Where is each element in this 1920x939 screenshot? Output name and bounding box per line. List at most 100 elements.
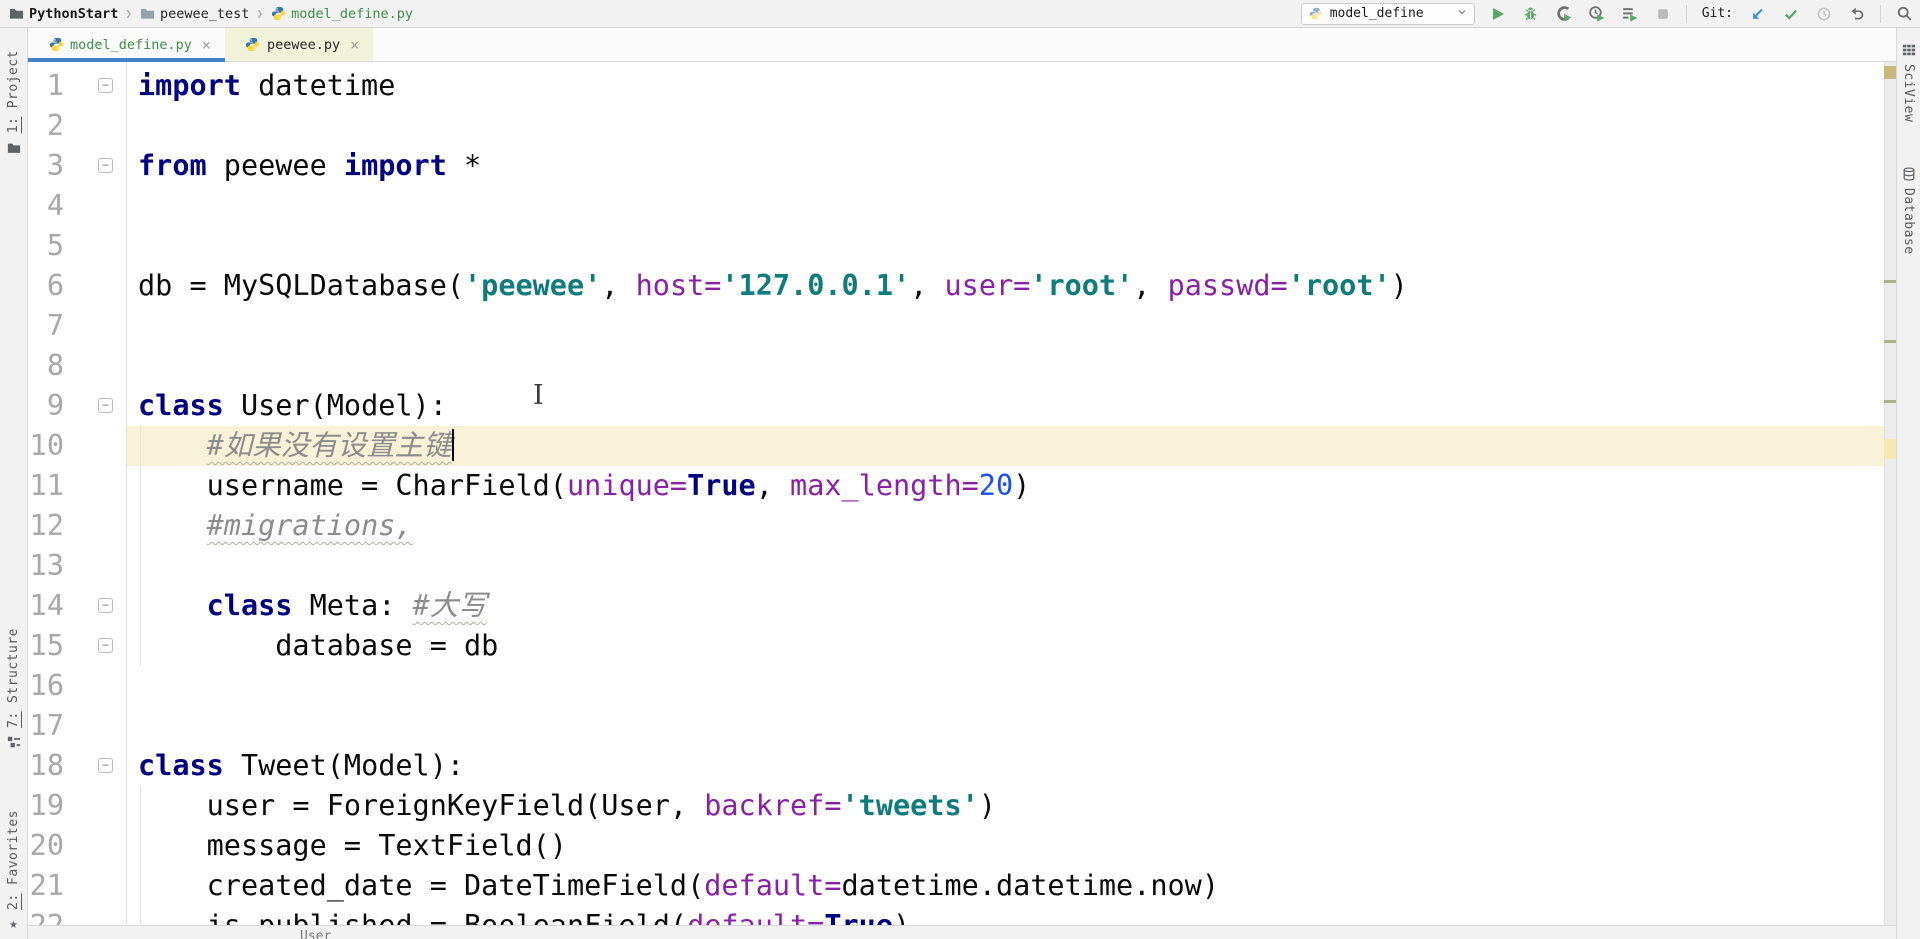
stop-button: [1653, 4, 1673, 24]
git-update-button[interactable]: [1748, 4, 1768, 24]
code-token: class: [138, 389, 224, 422]
line-number[interactable]: 12: [28, 506, 64, 546]
code-token: ): [893, 909, 910, 925]
close-icon[interactable]: ×: [350, 36, 359, 54]
code-token: Tweet(Model):: [224, 749, 464, 782]
line-number[interactable]: 13: [28, 546, 64, 586]
code-token: datetime: [241, 69, 395, 102]
code-line[interactable]: is_published = BooleanField(default=True…: [138, 906, 910, 925]
fold-marker[interactable]: −: [98, 758, 113, 773]
line-number[interactable]: 18: [28, 746, 64, 786]
python-file-icon: [48, 37, 64, 53]
rollback-button[interactable]: [1847, 4, 1867, 24]
toolbar-right-controls: model_define: [1301, 3, 1914, 25]
tab-model-define[interactable]: model_define.py ×: [28, 28, 225, 61]
line-number[interactable]: 19: [28, 786, 64, 826]
line-number[interactable]: 16: [28, 666, 64, 706]
line-number[interactable]: 7: [28, 306, 64, 346]
line-number[interactable]: 15: [28, 626, 64, 666]
code-token: message = TextField(): [138, 829, 567, 862]
code-line[interactable]: message = TextField(): [138, 826, 567, 866]
line-number[interactable]: 22: [28, 906, 64, 925]
line-number[interactable]: 20: [28, 826, 64, 866]
debug-button[interactable]: [1521, 4, 1541, 24]
run-button[interactable]: [1488, 4, 1508, 24]
line-number[interactable]: 4: [28, 186, 64, 226]
code-token: [138, 509, 207, 542]
code-line[interactable]: class User(Model):: [138, 386, 447, 426]
code-token: #大写: [413, 589, 487, 622]
code-token: [138, 589, 207, 622]
grid-icon: [1901, 42, 1916, 57]
line-number[interactable]: 17: [28, 706, 64, 746]
chevron-down-icon: [1456, 6, 1468, 22]
search-everywhere-icon[interactable]: [1894, 4, 1914, 24]
code-token: from: [138, 149, 207, 182]
line-number[interactable]: 5: [28, 226, 64, 266]
line-number[interactable]: 14: [28, 586, 64, 626]
line-number[interactable]: 11: [28, 466, 64, 506]
fold-marker[interactable]: −: [98, 638, 113, 653]
code-token: username = CharField(: [138, 469, 567, 502]
python-file-icon: [270, 6, 286, 22]
code-line[interactable]: created_date = DateTimeField(default=dat…: [138, 866, 1219, 906]
sidebar-item-database[interactable]: Database: [1897, 166, 1920, 255]
code-line[interactable]: db = MySQLDatabase('peewee', host='127.0…: [138, 266, 1408, 306]
line-number[interactable]: 21: [28, 866, 64, 906]
code-token: 'root': [1288, 269, 1391, 302]
breadcrumb-item-file[interactable]: model_define.py: [270, 6, 413, 22]
code-token: User(Model):: [224, 389, 447, 422]
coverage-button[interactable]: [1554, 4, 1574, 24]
code-line[interactable]: import datetime: [138, 66, 395, 106]
inspection-status-mark[interactable]: [1884, 66, 1896, 79]
fold-marker[interactable]: −: [98, 158, 113, 173]
right-toolwindow-stripe: SciView Database: [1896, 28, 1920, 939]
line-number[interactable]: 8: [28, 346, 64, 386]
sidebar-item-favorites[interactable]: 2: Favorites ★: [0, 810, 27, 931]
code-line[interactable]: username = CharField(unique=True, max_le…: [138, 466, 1030, 506]
line-number[interactable]: 1: [28, 66, 64, 106]
code-line[interactable]: class Meta: #大写: [138, 586, 487, 626]
bottom-breadcrumb-bar: User: [28, 925, 1896, 939]
history-button: [1814, 4, 1834, 24]
star-icon: ★: [9, 917, 17, 931]
breadcrumb-class[interactable]: User: [300, 929, 331, 939]
code-token: '127.0.0.1': [721, 269, 910, 302]
breadcrumb-item-package[interactable]: peewee_test: [139, 6, 249, 22]
profile-button[interactable]: [1587, 4, 1607, 24]
editor-scrollbar[interactable]: [1884, 62, 1896, 925]
run-configuration-select[interactable]: model_define: [1301, 3, 1475, 25]
code-line[interactable]: #migrations,: [138, 506, 413, 546]
git-commit-button[interactable]: [1781, 4, 1801, 24]
line-number[interactable]: 6: [28, 266, 64, 306]
line-number[interactable]: 2: [28, 106, 64, 146]
sidebar-item-project[interactable]: 1: Project: [0, 50, 27, 155]
scrollbar-warning-tick: [1884, 280, 1896, 283]
code-token: 'root': [1030, 269, 1133, 302]
scrollbar-caret-mark: [1884, 439, 1896, 459]
line-number[interactable]: 10: [28, 426, 64, 466]
line-number[interactable]: 3: [28, 146, 64, 186]
code-token: default=: [687, 909, 824, 925]
code-line[interactable]: #如果没有设置主键: [138, 426, 454, 466]
close-icon[interactable]: ×: [202, 36, 211, 54]
code-line[interactable]: user = ForeignKeyField(User, backref='tw…: [138, 786, 996, 826]
tab-peewee[interactable]: peewee.py ×: [225, 28, 373, 61]
fold-marker[interactable]: −: [98, 78, 113, 93]
code-line[interactable]: database = db: [138, 626, 498, 666]
pycharm-window: PythonStart ❯ peewee_test ❯ model_de: [0, 0, 1920, 939]
sidebar-item-structure[interactable]: 7: Structure: [0, 628, 27, 750]
code-token: ,: [1133, 269, 1167, 302]
code-line[interactable]: class Tweet(Model):: [138, 746, 464, 786]
editor-tab-bar: model_define.py × peewee.py ×: [28, 28, 1896, 62]
fold-marker[interactable]: −: [98, 398, 113, 413]
code-editor[interactable]: 1 − 23 − 456789 − 1011121314 − 15 − 161718 − 1920212…: [28, 62, 1896, 925]
code-line[interactable]: from peewee import *: [138, 146, 481, 186]
sidebar-item-sciview[interactable]: SciView: [1897, 42, 1920, 122]
line-number[interactable]: 9: [28, 386, 64, 426]
breadcrumb-item-project[interactable]: PythonStart: [8, 6, 118, 22]
toolbar-divider: [1686, 5, 1687, 23]
fold-marker[interactable]: −: [98, 598, 113, 613]
code-token: user = ForeignKeyField(User,: [138, 789, 704, 822]
run-with-button[interactable]: [1620, 4, 1640, 24]
